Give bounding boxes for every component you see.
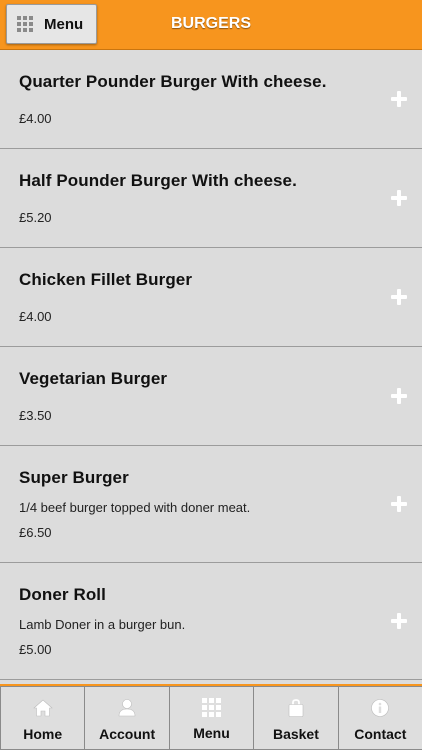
nav-label: Menu	[193, 725, 230, 741]
nav-label: Account	[99, 726, 156, 742]
plus-icon[interactable]	[391, 91, 407, 107]
item-price: £3.50	[19, 408, 52, 423]
item-name: Quarter Pounder Burger With cheese.	[19, 72, 327, 91]
item-description: 1/4 beef burger topped with doner meat.	[19, 500, 251, 515]
plus-icon[interactable]	[391, 613, 407, 629]
menu-item[interactable]: Super Burger 1/4 beef burger topped with…	[0, 446, 422, 563]
item-price: £5.20	[19, 210, 52, 225]
plus-icon[interactable]	[391, 496, 407, 512]
menu-button[interactable]: Menu	[6, 4, 97, 44]
menu-item[interactable]: Vegetarian Burger £3.50	[0, 347, 422, 446]
item-price: £4.00	[19, 309, 52, 324]
home-icon	[32, 698, 53, 718]
nav-label: Contact	[354, 726, 407, 742]
nav-home[interactable]: Home	[0, 686, 86, 750]
grid-icon	[17, 16, 33, 32]
nav-basket[interactable]: Basket	[253, 686, 339, 750]
item-description: Lamb Doner in a burger bun.	[19, 617, 186, 632]
item-price: £6.50	[19, 525, 52, 540]
menu-item[interactable]: Doner Roll Lamb Doner in a burger bun. £…	[0, 563, 422, 680]
nav-menu[interactable]: Menu	[168, 686, 255, 750]
item-name: Doner Roll	[19, 585, 106, 604]
menu-button-label: Menu	[44, 15, 84, 33]
item-name: Chicken Fillet Burger	[19, 270, 193, 289]
user-icon	[117, 698, 137, 718]
nav-account[interactable]: Account	[84, 686, 170, 750]
item-name: Vegetarian Burger	[19, 369, 168, 388]
item-price: £5.00	[19, 642, 52, 657]
nav-label: Basket	[272, 726, 319, 742]
grid-icon	[202, 698, 222, 717]
nav-contact[interactable]: Contact	[337, 686, 422, 750]
plus-icon[interactable]	[391, 289, 407, 305]
info-icon	[370, 698, 390, 718]
menu-item[interactable]: Half Pounder Burger With cheese. £5.20	[0, 149, 422, 248]
bottom-nav: Home Account Menu Basket Contact	[0, 684, 422, 750]
nav-label: Home	[23, 726, 63, 742]
item-name: Half Pounder Burger With cheese.	[19, 171, 297, 190]
plus-icon[interactable]	[391, 388, 407, 404]
menu-item-list: Quarter Pounder Burger With cheese. £4.0…	[0, 50, 422, 680]
item-name: Super Burger	[19, 468, 129, 487]
basket-icon	[286, 698, 306, 718]
item-price: £4.00	[19, 111, 52, 126]
app-header: Menu BURGERS	[0, 0, 422, 50]
menu-item[interactable]: Quarter Pounder Burger With cheese. £4.0…	[0, 50, 422, 149]
plus-icon[interactable]	[391, 190, 407, 206]
menu-item[interactable]: Chicken Fillet Burger £4.00	[0, 248, 422, 347]
